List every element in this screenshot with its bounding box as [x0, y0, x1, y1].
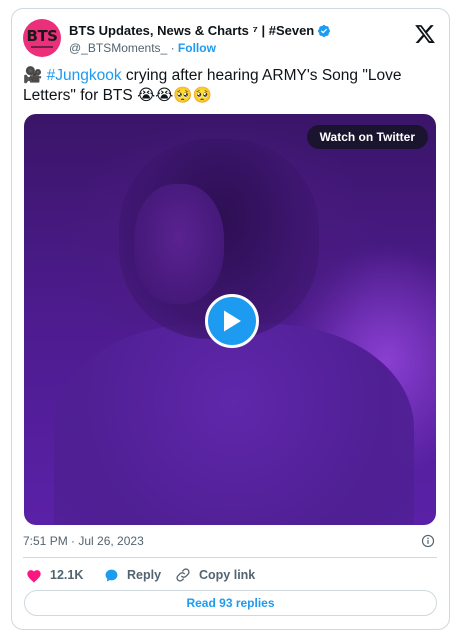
avatar-logo-text: BTS — [26, 26, 58, 45]
avatar[interactable]: BTS — [23, 19, 61, 57]
verified-badge-icon — [318, 24, 331, 37]
video-figure-hand — [134, 184, 224, 304]
handle[interactable]: @_BTSMoments_ — [69, 41, 167, 55]
link-icon — [176, 568, 190, 582]
divider — [23, 557, 437, 558]
tweet-emojis: 😭😭🥺🥺 — [137, 87, 212, 104]
video-figure-body — [54, 324, 414, 525]
like-button[interactable]: 12.1K — [26, 566, 83, 584]
timestamp[interactable]: 7:51 PM · Jul 26, 2023 — [23, 534, 144, 548]
copy-link-label: Copy link — [199, 568, 256, 582]
play-button[interactable] — [205, 294, 259, 348]
x-logo-icon[interactable] — [414, 23, 436, 45]
tweet-header: BTS BTS Updates, News & Charts ⁷ | #Seve… — [23, 17, 438, 63]
play-icon — [224, 310, 241, 332]
display-name-row: BTS Updates, News & Charts ⁷ | #Seven — [69, 23, 399, 38]
heart-icon — [27, 569, 41, 583]
like-count: 12.1K — [50, 568, 84, 582]
handle-separator: · — [170, 41, 175, 55]
camera-emoji: 🎥 — [23, 67, 43, 84]
handle-row: @_BTSMoments_ · Follow — [69, 41, 399, 55]
avatar-logo-underline — [31, 45, 53, 48]
follow-button[interactable]: Follow — [178, 41, 216, 55]
reply-button[interactable]: Reply — [104, 566, 161, 584]
reply-label: Reply — [127, 568, 162, 582]
video-thumbnail[interactable]: Watch on Twitter — [24, 114, 436, 525]
tweet-actions: 12.1K Reply Copy link — [26, 566, 426, 584]
reply-bubble-icon — [105, 569, 118, 581]
read-replies-button[interactable]: Read 93 replies — [24, 590, 437, 616]
user-meta: BTS Updates, News & Charts ⁷ | #Seven @_… — [69, 23, 399, 55]
hashtag-link[interactable]: #Jungkook — [47, 67, 122, 84]
info-icon[interactable] — [421, 534, 435, 548]
copy-link-button[interactable]: Copy link — [175, 566, 255, 584]
tweet-text: 🎥 #Jungkook crying after hearing ARMY's … — [23, 66, 428, 106]
display-name[interactable]: BTS Updates, News & Charts ⁷ | #Seven — [69, 23, 314, 38]
tweet-meta-row: 7:51 PM · Jul 26, 2023 — [23, 534, 435, 550]
watch-on-twitter-button[interactable]: Watch on Twitter — [306, 125, 428, 149]
